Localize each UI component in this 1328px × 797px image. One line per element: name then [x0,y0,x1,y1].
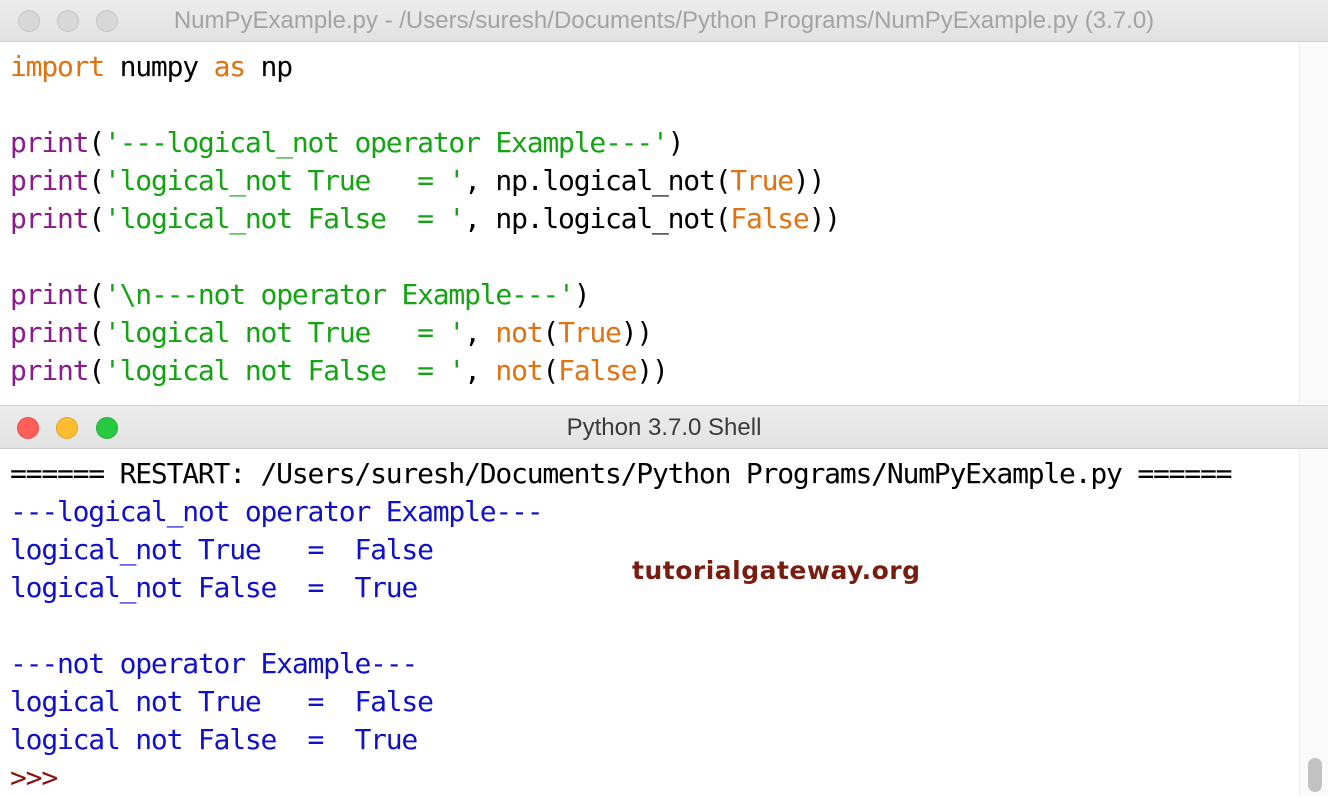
shell-line: >>> [0,759,1300,797]
editor-token: print [10,316,90,349]
editor-token: numpy [103,50,214,83]
editor-token: '\n---not operator Example---' [103,278,575,311]
shell-window-title: Python 3.7.0 Shell [566,414,762,441]
editor-token: True [558,316,622,349]
editor-scrollbar[interactable] [1299,42,1328,404]
editor-token: False [558,354,638,387]
editor-line: print('\n---not operator Example---') [0,276,1300,314]
shell-token: logical_not True = False [10,533,434,566]
shell-token: ====== RESTART: /Users/suresh/Documents/… [10,457,1232,490]
editor-token: ( [542,316,559,349]
editor-token: 'logical not True = ' [103,316,465,349]
editor-titlebar: NumPyExample.py - /Users/suresh/Document… [0,0,1328,42]
editor-token: print [10,278,90,311]
editor-token: import [10,50,105,83]
editor-token: , np.logical_not( [464,164,731,197]
shell-token: ---logical_not operator Example--- [10,495,544,528]
editor-token: ( [88,354,105,387]
editor-token: , [464,354,496,387]
editor-token: 'logical not False = ' [103,354,465,387]
editor-window-title: NumPyExample.py - /Users/suresh/Document… [173,7,1155,34]
editor-token: print [10,164,90,197]
shell-line: ====== RESTART: /Users/suresh/Documents/… [0,455,1300,493]
editor-token: ( [88,164,105,197]
editor-token: )) [792,164,826,197]
shell-token: ---not operator Example--- [10,647,418,680]
shell-output-area[interactable]: ====== RESTART: /Users/suresh/Documents/… [0,455,1300,797]
editor-token: ( [88,316,105,349]
shell-token: logical not True = False [10,685,434,718]
editor-token: True [730,164,794,197]
editor-token: print [10,354,90,387]
editor-line: print('logical_not False = ', np.logical… [0,200,1300,238]
editor-code-area[interactable]: import numpy as np print('---logical_not … [0,48,1300,390]
editor-token: ( [88,126,105,159]
editor-line: print('logical not True = ', not(True)) [0,314,1300,352]
editor-line: import numpy as np [0,48,1300,86]
editor-line: print('logical_not True = ', np.logical_… [0,162,1300,200]
editor-token: ) [573,278,591,311]
editor-token: not [495,354,543,387]
shell-titlebar: Python 3.7.0 Shell [0,405,1328,449]
watermark-logo: tutorialgateway.org [632,556,921,585]
editor-token: as [213,50,247,83]
editor-token: )) [808,202,842,235]
editor-token: False [730,202,810,235]
shell-line: ---logical_not operator Example--- [0,493,1300,531]
editor-token: 'logical_not False = ' [103,202,465,235]
editor-token: print [10,126,90,159]
editor-token: )) [636,354,669,387]
editor-token: )) [620,316,654,349]
editor-token: , np.logical_not( [464,202,731,235]
editor-token: , [464,316,496,349]
shell-scrollbar-thumb[interactable] [1308,758,1322,792]
editor-token: ( [88,202,105,235]
editor-token: print [10,202,90,235]
shell-token: logical not False = True [10,723,418,756]
editor-line: print('---logical_not operator Example--… [0,124,1300,162]
editor-token: not [495,316,543,349]
editor-line: print('logical not False = ', not(False)… [0,352,1300,390]
shell-scrollbar[interactable] [1299,449,1328,796]
editor-token: np [244,50,294,83]
editor-token: ( [542,354,559,387]
editor-token: 'logical_not True = ' [103,164,465,197]
shell-line: logical not True = False [0,683,1300,721]
shell-line: ---not operator Example--- [0,645,1300,683]
editor-token: '---logical_not operator Example---' [103,126,669,159]
shell-line: logical not False = True [0,721,1300,759]
editor-token: ( [88,278,105,311]
editor-token: ) [667,126,685,159]
shell-token: >>> [10,761,58,794]
shell-token: logical_not False = True [10,571,418,604]
